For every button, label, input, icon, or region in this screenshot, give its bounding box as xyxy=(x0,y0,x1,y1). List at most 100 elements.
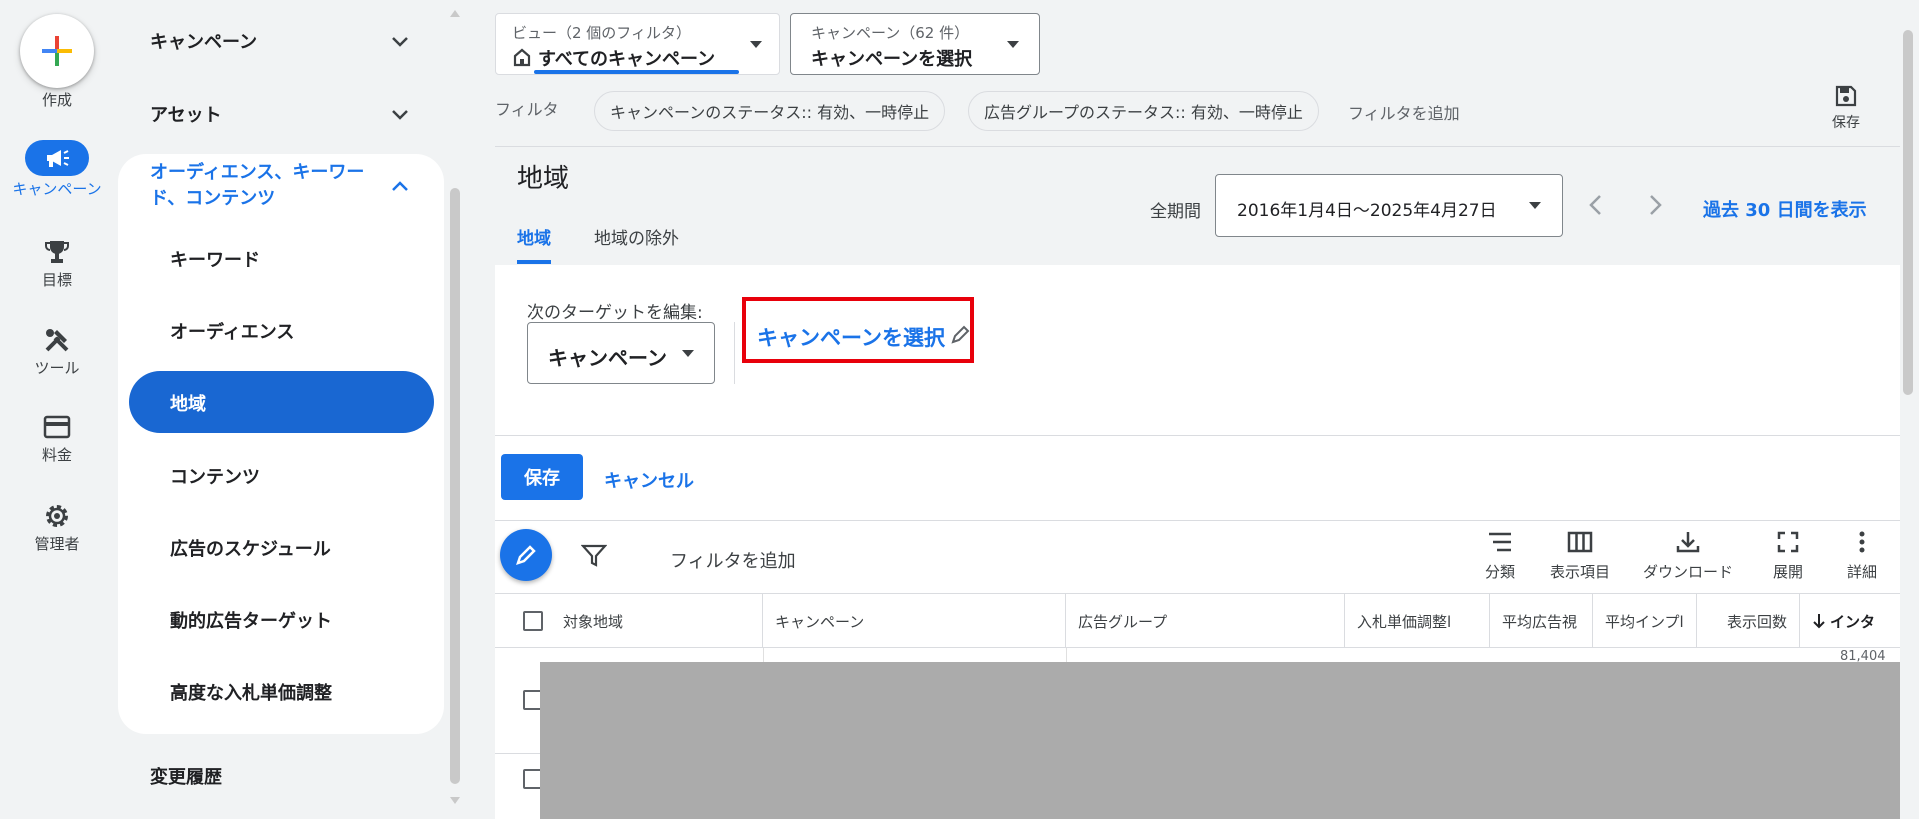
pencil-icon xyxy=(516,545,536,565)
trophy-icon xyxy=(45,241,69,263)
nav-change-history[interactable]: 変更履歴 xyxy=(150,763,222,789)
chevron-down-icon[interactable] xyxy=(388,30,412,54)
columns-icon xyxy=(1567,531,1593,553)
campaign-caption: キャンペーン（62 件） xyxy=(811,24,970,42)
campaign-dropdown[interactable]: キャンペーン（62 件） キャンペーンを選択 xyxy=(790,13,1040,75)
more-vert-icon xyxy=(1859,531,1865,553)
divider xyxy=(495,520,1900,521)
rail-label-goals: 目標 xyxy=(41,271,72,289)
column-header-bid-adj[interactable]: 入札単価調整l xyxy=(1345,594,1490,648)
date-range-value: 2016年1月4日～2025年4月27日 xyxy=(1237,201,1497,221)
rail-label-campaigns: キャンペーン xyxy=(12,180,102,198)
chevron-up-icon[interactable] xyxy=(388,174,412,198)
cancel-button[interactable]: キャンセル xyxy=(604,467,694,493)
nav-item-ad-schedule[interactable]: 広告のスケジュール xyxy=(170,535,331,561)
campaign-value: キャンペーンを選択 xyxy=(811,49,973,70)
caret-down-icon xyxy=(750,41,762,48)
nav-item-keywords[interactable]: キーワード xyxy=(170,246,260,272)
filter-chip-campaign-status[interactable]: キャンペーンのステータス:: 有効、一時停止 xyxy=(594,91,946,131)
create-label: 作成 xyxy=(41,91,72,109)
redacted-area xyxy=(540,662,1900,819)
nav-scrollbar[interactable] xyxy=(450,188,460,784)
view-caption: ビュー（2 個のフィルタ） xyxy=(512,24,692,42)
save-button[interactable]: 保存 xyxy=(501,454,583,500)
divider xyxy=(495,146,1900,147)
left-rail: 作成 キャンペーン 目標 ツール 料金 管理者 xyxy=(0,0,114,819)
segment-icon xyxy=(1489,532,1511,552)
credit-card-icon xyxy=(43,415,71,439)
date-range-picker[interactable]: 2016年1月4日～2025年4月27日 xyxy=(1215,174,1563,237)
column-header-location[interactable]: 対象地域 xyxy=(495,594,763,648)
chevron-down-icon[interactable] xyxy=(388,103,412,127)
rail-item-campaigns[interactable]: キャンペーン xyxy=(0,140,114,198)
expand-button[interactable]: 展開 xyxy=(1762,530,1814,582)
rail-item-tools[interactable]: ツール xyxy=(0,326,114,378)
column-header-impressions[interactable]: 表示回数 xyxy=(1697,594,1800,648)
nav-campaigns[interactable]: キャンペーン xyxy=(150,28,257,54)
nav-item-advanced-bid-adjustments[interactable]: 高度な入札単価調整 xyxy=(170,679,332,705)
columns-button[interactable]: 表示項目 xyxy=(1540,530,1620,582)
tab-active-indicator xyxy=(517,260,551,264)
column-header-avg-viewable[interactable]: 平均広告視 xyxy=(1490,594,1593,648)
fullscreen-icon xyxy=(1777,531,1799,553)
pencil-icon[interactable] xyxy=(949,324,971,346)
scroll-up-arrow-icon[interactable] xyxy=(449,8,461,18)
plus-icon xyxy=(42,36,72,66)
segment-button[interactable]: 分類 xyxy=(1470,530,1530,582)
more-button[interactable]: 詳細 xyxy=(1836,530,1888,582)
last-30-days-link[interactable]: 過去 30 日間を表示 xyxy=(1703,196,1867,222)
nav-item-content[interactable]: コンテンツ xyxy=(170,463,260,489)
filter-chip-adgroup-status[interactable]: 広告グループのステータス:: 有効、一時停止 xyxy=(968,91,1319,131)
table-add-filter[interactable]: フィルタを追加 xyxy=(670,547,796,573)
chevron-right-icon[interactable] xyxy=(1645,193,1665,217)
page-scrollbar[interactable] xyxy=(1903,30,1913,395)
column-header-ad-group[interactable]: 広告グループ xyxy=(1066,594,1345,648)
nav-assets[interactable]: アセット xyxy=(150,101,222,127)
select-all-checkbox[interactable] xyxy=(523,611,543,631)
arrow-down-icon xyxy=(1813,614,1825,629)
more-label: 詳細 xyxy=(1846,563,1877,581)
tab-location-exclusions[interactable]: 地域の除外 xyxy=(594,224,679,249)
nav-item-locations[interactable]: 地域 xyxy=(170,390,206,416)
edit-fab[interactable] xyxy=(500,529,552,581)
nav-audiences-keywords-content[interactable]: オーディエンス、キーワード、コンテンツ xyxy=(150,160,380,212)
target-level-value: キャンペーン xyxy=(548,346,667,370)
rail-label-admin: 管理者 xyxy=(34,535,80,553)
add-filter-link[interactable]: フィルタを追加 xyxy=(1348,100,1460,124)
separator xyxy=(734,322,735,384)
gear-icon xyxy=(46,505,68,527)
view-active-indicator xyxy=(534,70,739,74)
chevron-left-icon[interactable] xyxy=(1586,193,1606,217)
rail-item-billing[interactable]: 料金 xyxy=(0,414,114,465)
select-campaign-link[interactable]: キャンペーンを選択 xyxy=(757,322,945,352)
create-button[interactable] xyxy=(20,14,94,88)
column-header-campaign[interactable]: キャンペーン xyxy=(763,594,1066,648)
filter-icon[interactable] xyxy=(581,544,607,568)
divider xyxy=(495,647,1900,648)
caret-down-icon xyxy=(1529,202,1541,209)
column-header-interactions[interactable]: インタ xyxy=(1800,594,1900,648)
view-dropdown[interactable]: ビュー（2 個のフィルタ） すべてのキャンペーン xyxy=(495,13,780,75)
period-label: 全期間 xyxy=(1150,202,1201,222)
scroll-down-arrow-icon[interactable] xyxy=(449,796,461,806)
columns-label: 表示項目 xyxy=(1549,563,1610,581)
caret-down-icon xyxy=(1007,41,1019,48)
download-icon xyxy=(1676,532,1700,553)
expand-label: 展開 xyxy=(1772,563,1803,581)
column-header-avg-impr[interactable]: 平均インプl xyxy=(1593,594,1697,648)
nav-item-audiences[interactable]: オーディエンス xyxy=(170,318,294,344)
megaphone-icon xyxy=(25,140,89,176)
divider xyxy=(495,435,1900,436)
save-view-button[interactable]: 保存 xyxy=(1820,84,1872,132)
nav-item-dynamic-ad-targets[interactable]: 動的広告ターゲット xyxy=(170,607,332,633)
download-label: ダウンロード xyxy=(1642,563,1733,581)
rail-item-goals[interactable]: 目標 xyxy=(0,238,114,290)
target-level-select[interactable]: キャンペーン xyxy=(527,322,715,384)
rail-label-tools: ツール xyxy=(34,359,80,377)
rail-item-admin[interactable]: 管理者 xyxy=(0,502,114,554)
column-header-label: インタ xyxy=(1830,612,1876,631)
download-button[interactable]: ダウンロード xyxy=(1638,530,1738,582)
save-view-label: 保存 xyxy=(1832,115,1860,131)
tab-locations[interactable]: 地域 xyxy=(517,224,551,249)
segment-label: 分類 xyxy=(1484,563,1515,581)
